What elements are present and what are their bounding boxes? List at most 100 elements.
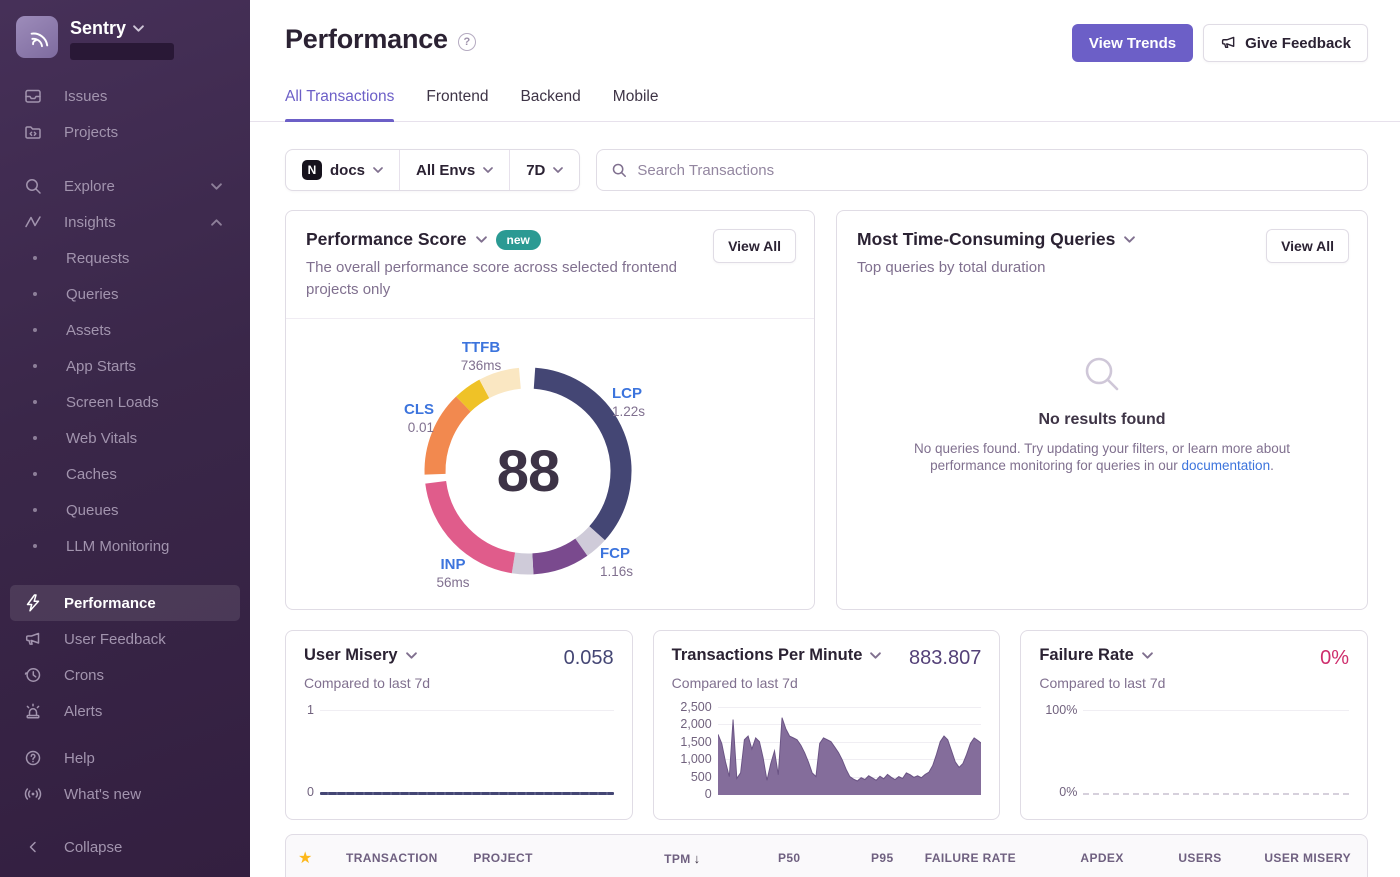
- sidebar-item-whats-new[interactable]: What's new: [0, 776, 250, 812]
- performance-score-card: Performance Score new The overall perfor…: [285, 210, 815, 610]
- sidebar-item-user-feedback[interactable]: User Feedback: [0, 621, 250, 657]
- megaphone-icon: [24, 630, 42, 648]
- failure-rate-title[interactable]: Failure Rate: [1039, 646, 1133, 665]
- time-consuming-queries-card: Most Time-Consuming Queries Top queries …: [836, 210, 1368, 610]
- chevron-down-icon[interactable]: [1142, 652, 1153, 659]
- chevron-left-icon: [24, 838, 42, 856]
- sidebar-item-insights[interactable]: Insights: [0, 204, 250, 240]
- broadcast-icon: [24, 785, 42, 803]
- help-tooltip-icon[interactable]: ?: [458, 33, 476, 51]
- queries-card-title[interactable]: Most Time-Consuming Queries: [857, 229, 1115, 250]
- lightning-icon: [24, 594, 42, 612]
- vital-inp: INP 56ms: [418, 556, 488, 590]
- user-misery-line: [320, 792, 614, 795]
- page-filter-bar: N docs All Envs 7D: [285, 149, 580, 191]
- col-user-misery[interactable]: USER MISERY: [1222, 851, 1351, 865]
- project-selector[interactable]: N docs: [286, 150, 399, 190]
- chevron-down-icon: [483, 167, 493, 173]
- chevron-down-icon[interactable]: [406, 652, 417, 659]
- col-project[interactable]: PROJECT: [473, 851, 593, 865]
- performance-score-subtitle: The overall performance score across sel…: [306, 257, 678, 301]
- sidebar-item-app-starts[interactable]: App Starts: [0, 348, 250, 384]
- sidebar-item-queues[interactable]: Queues: [0, 492, 250, 528]
- user-misery-card: User Misery 0.058 Compared to last 7d 1 …: [285, 630, 633, 820]
- bullet-icon: [33, 544, 37, 548]
- pulse-icon: [24, 213, 42, 231]
- main-content: Performance ? View Trends Give Feedback …: [250, 0, 1400, 877]
- give-feedback-button[interactable]: Give Feedback: [1203, 24, 1368, 62]
- tab-mobile[interactable]: Mobile: [613, 88, 659, 121]
- view-all-button[interactable]: View All: [713, 229, 796, 263]
- col-tpm[interactable]: TPM↓: [593, 851, 701, 866]
- user-misery-value: 0.058: [564, 647, 614, 670]
- chevron-down-icon: [373, 167, 383, 173]
- empty-state-title: No results found: [1038, 411, 1165, 429]
- sidebar-item-queries[interactable]: Queries: [0, 276, 250, 312]
- org-subtitle-redacted: [70, 43, 174, 60]
- chevron-down-icon: [211, 183, 222, 190]
- col-p95[interactable]: P95: [801, 851, 894, 865]
- megaphone-icon: [1220, 36, 1237, 51]
- sidebar-item-performance[interactable]: Performance: [10, 585, 240, 621]
- tab-frontend[interactable]: Frontend: [426, 88, 488, 121]
- sidebar-item-help[interactable]: Help: [0, 740, 250, 776]
- tab-all-transactions[interactable]: All Transactions: [285, 88, 394, 121]
- view-trends-button[interactable]: View Trends: [1072, 24, 1193, 62]
- bullet-icon: [33, 472, 37, 476]
- sidebar-item-llm-monitoring[interactable]: LLM Monitoring: [0, 528, 250, 564]
- tpm-card: Transactions Per Minute 883.807 Compared…: [653, 630, 1001, 820]
- search-empty-icon: [1079, 351, 1125, 397]
- bullet-icon: [33, 508, 37, 512]
- sidebar-item-assets[interactable]: Assets: [0, 312, 250, 348]
- failure-rate-chart: 100% 0%: [1039, 703, 1349, 795]
- page-title: Performance: [285, 24, 448, 55]
- col-users[interactable]: USERS: [1124, 851, 1222, 865]
- sidebar-item-screen-loads[interactable]: Screen Loads: [0, 384, 250, 420]
- new-badge: new: [496, 230, 541, 250]
- chevron-down-icon[interactable]: [476, 236, 487, 243]
- queries-empty-state: No results found No queries found. Try u…: [837, 351, 1367, 475]
- search-icon: [24, 177, 42, 195]
- chevron-down-icon[interactable]: [870, 652, 881, 659]
- col-apdex[interactable]: APDEX: [1016, 851, 1124, 865]
- chevron-down-icon[interactable]: [1124, 236, 1135, 243]
- date-range-selector[interactable]: 7D: [510, 150, 579, 190]
- col-p50[interactable]: P50: [701, 851, 801, 865]
- sidebar-item-explore[interactable]: Explore: [0, 168, 250, 204]
- tpm-title[interactable]: Transactions Per Minute: [672, 646, 863, 665]
- environment-selector[interactable]: All Envs: [400, 150, 509, 190]
- sort-desc-icon: ↓: [694, 851, 701, 866]
- user-misery-title[interactable]: User Misery: [304, 646, 398, 665]
- sidebar-item-requests[interactable]: Requests: [0, 240, 250, 276]
- siren-icon: [24, 702, 42, 720]
- bullet-icon: [33, 292, 37, 296]
- failure-rate-line: [1083, 793, 1349, 795]
- sidebar-item-projects[interactable]: Projects: [0, 114, 250, 150]
- col-transaction[interactable]: TRANSACTION: [346, 851, 473, 865]
- sidebar-collapse-button[interactable]: Collapse: [0, 829, 250, 865]
- bullet-icon: [33, 328, 37, 332]
- chevron-down-icon: [133, 25, 144, 32]
- search-transactions-box[interactable]: [596, 149, 1368, 191]
- sidebar-item-issues[interactable]: Issues: [0, 78, 250, 114]
- tpm-area-chart: [718, 703, 982, 795]
- performance-score-title[interactable]: Performance Score: [306, 229, 467, 250]
- bullet-icon: [33, 400, 37, 404]
- vital-ttfb: TTFB 736ms: [436, 339, 526, 373]
- user-misery-chart: 1 0: [304, 703, 614, 795]
- documentation-link[interactable]: documentation: [1182, 458, 1271, 473]
- view-all-button[interactable]: View All: [1266, 229, 1349, 263]
- sidebar-item-caches[interactable]: Caches: [0, 456, 250, 492]
- org-switcher[interactable]: Sentry: [0, 0, 250, 66]
- bullet-icon: [33, 256, 37, 260]
- col-failure-rate[interactable]: FAILURE RATE: [894, 851, 1016, 865]
- nextjs-platform-icon: N: [302, 160, 322, 180]
- search-transactions-input[interactable]: [637, 162, 1353, 179]
- star-icon[interactable]: ★: [298, 848, 346, 868]
- failure-rate-value: 0%: [1320, 647, 1349, 670]
- sidebar-item-crons[interactable]: Crons: [0, 657, 250, 693]
- sidebar-item-web-vitals[interactable]: Web Vitals: [0, 420, 250, 456]
- tpm-chart: 2,500 2,000 1,500 1,000 500 0: [672, 703, 982, 795]
- tab-backend[interactable]: Backend: [520, 88, 580, 121]
- sidebar-item-alerts[interactable]: Alerts: [0, 693, 250, 729]
